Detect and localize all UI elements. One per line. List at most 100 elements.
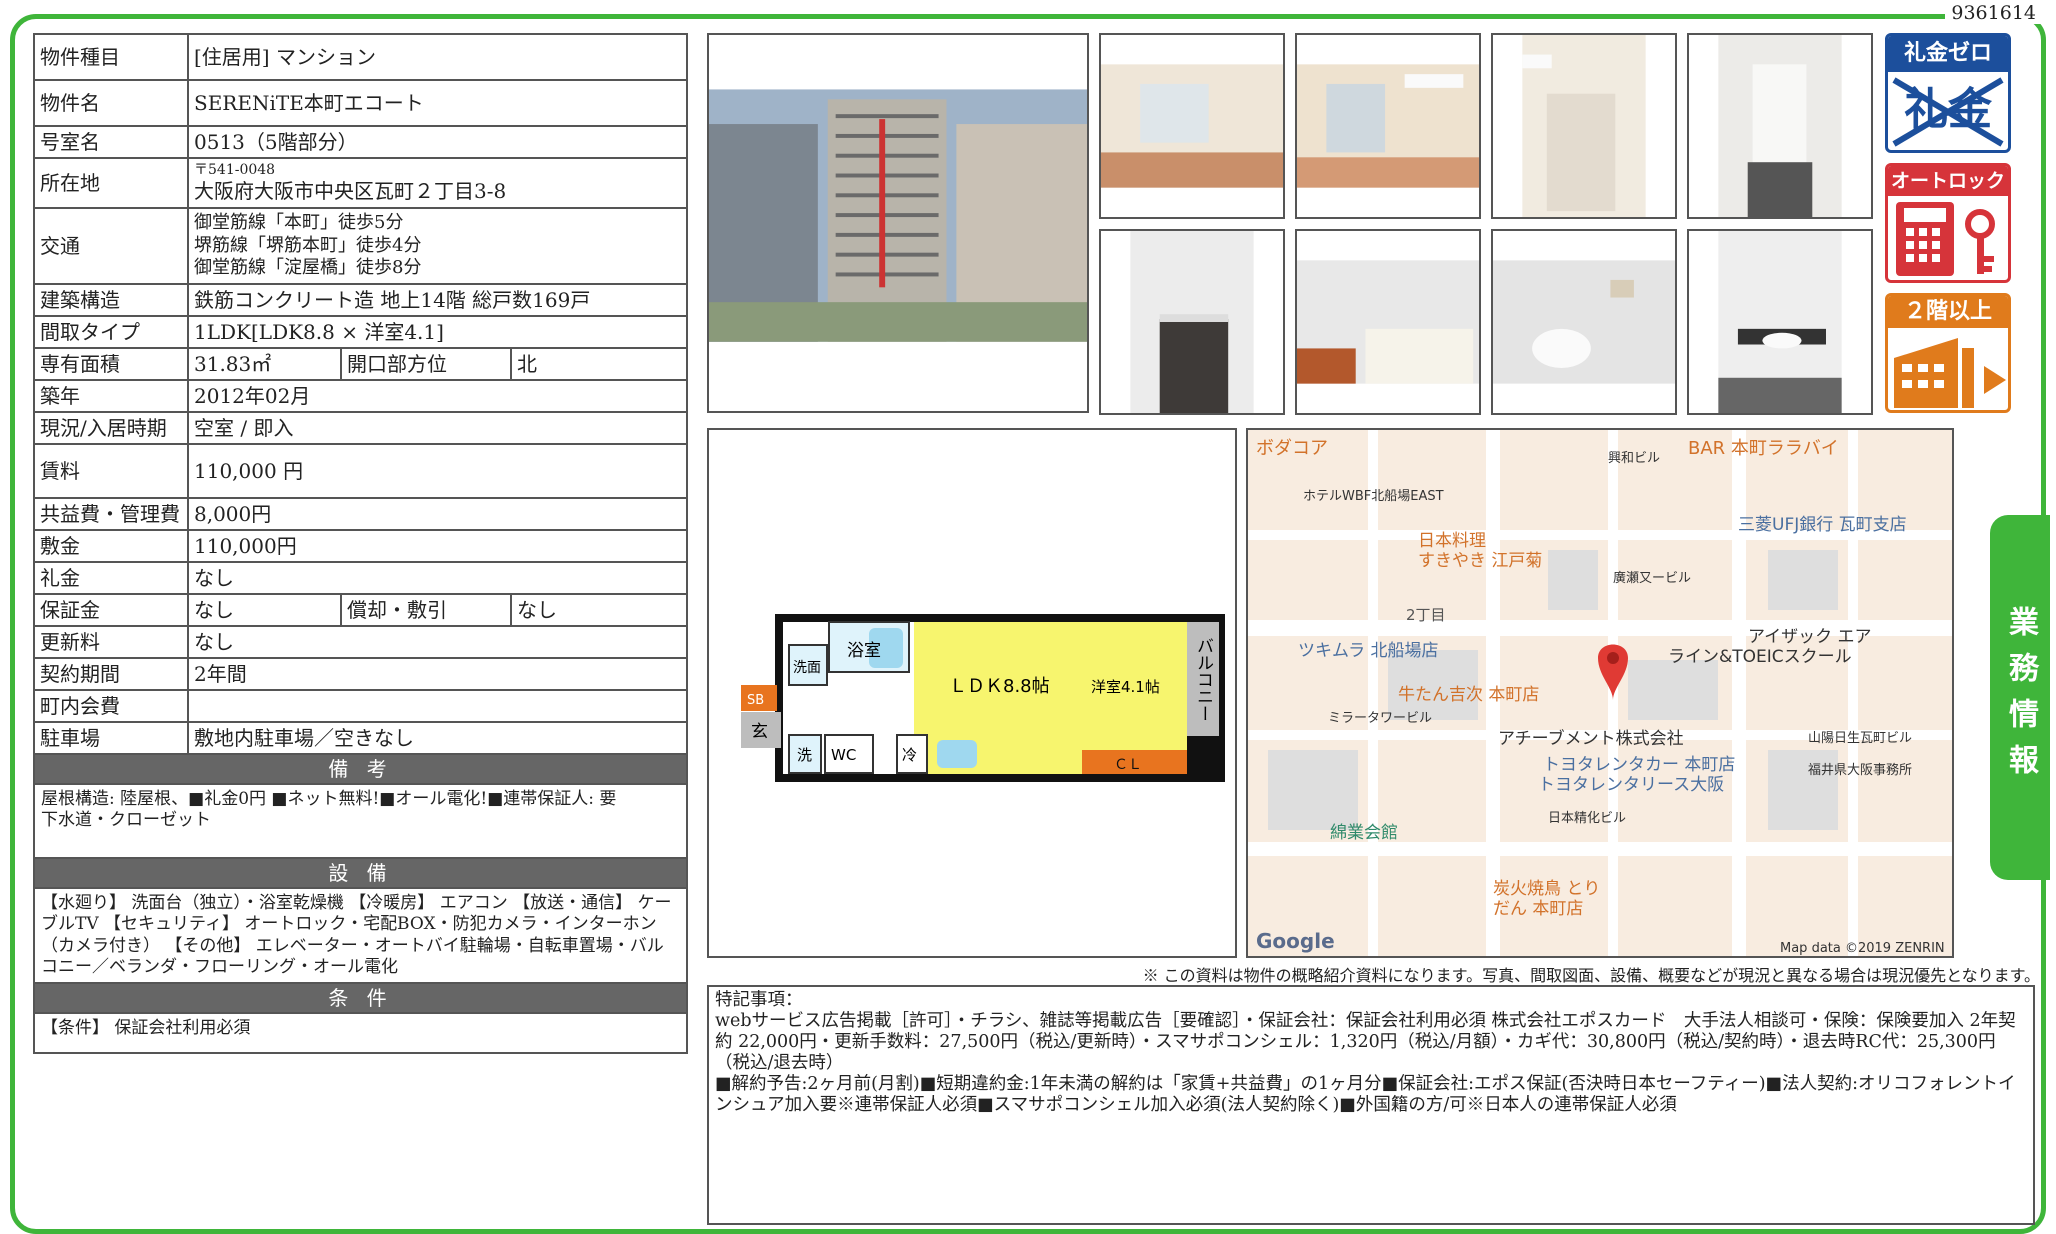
reikin-zero-title: 礼金ゼロ xyxy=(1888,36,2008,72)
autolock-title: オートロック xyxy=(1888,166,2008,196)
area-label: 専有面積 xyxy=(33,347,189,381)
floor2-title: ２階以上 xyxy=(1888,296,2008,328)
map-label: ライン&TOEICスクール xyxy=(1668,647,1852,667)
parking-label: 駐車場 xyxy=(33,721,189,755)
map-label: 福井県大阪事務所 xyxy=(1808,763,1912,778)
transport-line: 御堂筋線「淀屋橋」徒歩8分 xyxy=(194,257,422,279)
autolock-badge: オートロック xyxy=(1885,163,2011,283)
document-id: 9361614 xyxy=(1945,2,2042,24)
equipment-header: 設 備 xyxy=(33,857,688,889)
rent-value: 110,000 円 xyxy=(187,443,688,499)
map-panel[interactable]: ボダコア ホテルWBF北船場EAST 興和ビル BAR 本町ララバイ 三菱UFJ… xyxy=(1246,428,1954,958)
address-cell: 〒541-0048 大阪府大阪市中央区瓦町２丁目3-8 xyxy=(187,157,688,209)
map-label: ホテルWBF北船場EAST xyxy=(1303,489,1444,504)
amort-value: なし xyxy=(510,593,688,627)
room-photo[interactable] xyxy=(1295,229,1481,415)
map-label: トヨタレンタリース大阪 xyxy=(1538,775,1724,795)
guarantee-value: なし xyxy=(187,593,342,627)
cross-icon xyxy=(1892,77,2004,147)
status-label: 現況/入居時期 xyxy=(33,411,189,445)
map-label: だん 本町店 xyxy=(1493,899,1583,919)
built-label: 築年 xyxy=(33,379,189,413)
equipment-body: 【水廻り】 洗面台（独立）・浴室乾燥機 【冷暖房】 エアコン 【放送・通信】 ケ… xyxy=(33,887,688,984)
floorplan-fridge: 冷 xyxy=(902,746,917,764)
remarks-line: webサービス広告掲載［許可］・チラシ、雑誌等掲載広告［要確認］・保証会社：保証… xyxy=(715,1011,2016,1073)
map-label: ボダコア xyxy=(1256,438,1328,459)
map-label: 炭火焼鳥 とり xyxy=(1493,879,1600,899)
transport-line: 堺筋線「堺筋本町」徒歩4分 xyxy=(194,234,422,256)
floor2-badge: ２階以上 xyxy=(1885,293,2011,413)
map-label: 綿業会館 xyxy=(1330,823,1398,843)
disclaimer-text: ※ この資料は物件の概略紹介資料になります。写真、間取図面、設備、概要などが現況… xyxy=(1142,966,2040,985)
floorplan-panel[interactable]: 浴室 洗面 SB 玄 ＬＤＫ8.8帖 洋室4.1帖 ＣＬ 洗 WC 冷 バルコニ… xyxy=(707,428,1237,958)
room-photo[interactable] xyxy=(1099,229,1285,415)
contract-label: 契約期間 xyxy=(33,657,189,691)
room-photo[interactable] xyxy=(1687,33,1873,219)
map-copyright: Map data ©2019 ZENRIN xyxy=(1780,941,1945,956)
layout-label: 間取タイプ xyxy=(33,315,189,349)
map-label: 廣瀬又ービル xyxy=(1613,571,1691,586)
map-label: 牛たん吉次 本町店 xyxy=(1398,685,1539,705)
postal-code: 〒541-0048 xyxy=(194,162,276,179)
keymoney-value: なし xyxy=(187,561,688,595)
status-value: 空室 / 即入 xyxy=(187,411,688,445)
built-value: 2012年02月 xyxy=(187,379,688,413)
floorplan-balcony: バルコニー xyxy=(1193,637,1213,722)
renewal-value: なし xyxy=(187,625,688,659)
reikin-crossed: 礼金 xyxy=(1888,72,2008,148)
remarks-line: ■解約予告:2ヶ月前(月割)■短期違約金:1年未満の解約は「家賃+共益費」の1ヶ… xyxy=(715,1074,2016,1115)
structure-label: 建築構造 xyxy=(33,283,189,317)
map-label: ツキムラ 北船場店 xyxy=(1298,641,1439,661)
name-value: SERENiTE本町エコート xyxy=(187,79,688,127)
property-spec-table: 物件種目 [住居用] マンション 物件名 SERENiTE本町エコート 号室名 051… xyxy=(33,33,688,1054)
guarantee-label: 保証金 xyxy=(33,593,189,627)
room-photo[interactable] xyxy=(1491,229,1677,415)
map-label: 三菱UFJ銀行 瓦町支店 xyxy=(1738,515,1907,535)
opening-label: 開口部方位 xyxy=(340,347,512,381)
building-photo[interactable] xyxy=(707,33,1089,413)
notes-body: 屋根構造: 陸屋根、■礼金0円 ■ネット無料!■オール電化!■連帯保証人: 要下… xyxy=(33,783,688,859)
rent-label: 賃料 xyxy=(33,443,189,499)
room-photo[interactable] xyxy=(1687,229,1873,415)
area-value: 31.83㎡ xyxy=(187,347,342,381)
floorplan-sb: SB xyxy=(747,693,764,708)
room-photo[interactable] xyxy=(1295,33,1481,219)
special-remarks: 特記事項： webサービス広告掲載［許可］・チラシ、雑誌等掲載広告［要確認］・保… xyxy=(707,985,2035,1225)
room-label: 号室名 xyxy=(33,125,189,159)
contract-value: 2年間 xyxy=(187,657,688,691)
map-label: すきやき 江戸菊 xyxy=(1418,551,1542,571)
floorplan-wc: WC xyxy=(831,746,856,764)
map-label: 日本料理 xyxy=(1418,531,1486,551)
fee-value: 8,000円 xyxy=(187,497,688,531)
map-drawing: ボダコア ホテルWBF北船場EAST 興和ビル BAR 本町ララバイ 三菱UFJ… xyxy=(1248,430,1952,956)
floorplan-entrance: 玄 xyxy=(751,722,768,742)
notes-line: 下水道・クローゼット xyxy=(41,810,211,831)
business-info-tab[interactable]: 業務情報 xyxy=(1990,515,2050,880)
parking-value: 敷地内駐車場／空きなし xyxy=(187,721,688,755)
room-photo[interactable] xyxy=(1099,33,1285,219)
room-value: 0513（5階部分） xyxy=(187,125,688,159)
opening-value: 北 xyxy=(510,347,688,381)
building-floor-icon xyxy=(1894,338,2006,408)
transport-cell: 御堂筋線「本町」徒歩5分 堺筋線「堺筋本町」徒歩4分 御堂筋線「淀屋橋」徒歩8分 xyxy=(187,207,688,285)
map-label: ミラータワービル xyxy=(1328,711,1432,726)
map-label: トヨタレンタカー 本町店 xyxy=(1543,755,1735,775)
layout-value: 1LDK[LDK8.8 × 洋室4.1] xyxy=(187,315,688,349)
type-value: [住居用] マンション xyxy=(187,33,688,81)
transport-line: 御堂筋線「本町」徒歩5分 xyxy=(194,212,404,234)
map-label: 2丁目 xyxy=(1406,606,1446,624)
floorplan-washer: 洗 xyxy=(797,746,812,764)
address-value: 大阪府大阪市中央区瓦町２丁目3-8 xyxy=(194,178,507,203)
type-label: 物件種目 xyxy=(33,33,189,81)
floorplan-cl: ＣＬ xyxy=(1114,757,1142,773)
map-label: BAR 本町ララバイ xyxy=(1688,438,1839,459)
notes-line: 屋根構造: 陸屋根、■礼金0円 ■ネット無料!■オール電化!■連帯保証人: 要 xyxy=(41,789,617,809)
address-label: 所在地 xyxy=(33,157,189,209)
floorplan-western: 洋室4.1帖 xyxy=(1091,678,1160,696)
google-logo: Google xyxy=(1256,929,1335,953)
floorplan-wash: 洗面 xyxy=(793,660,821,676)
notes-header: 備 考 xyxy=(33,753,688,785)
room-photo[interactable] xyxy=(1491,33,1677,219)
floorplan-drawing: 浴室 洗面 SB 玄 ＬＤＫ8.8帖 洋室4.1帖 ＣＬ 洗 WC 冷 バルコニ… xyxy=(741,614,1225,782)
remarks-title: 特記事項： xyxy=(715,990,803,1010)
